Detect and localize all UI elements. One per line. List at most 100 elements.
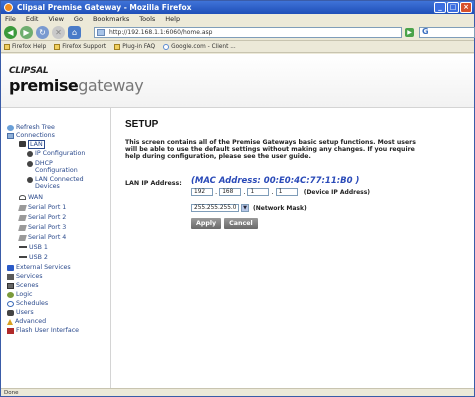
clipsal-logo: CLIPSAL [9, 66, 49, 76]
navigation-toolbar: ◀ ▶ ↻ ✕ ⌂ http://192.168.1.1:6060/home.a… [1, 24, 475, 41]
action-buttons: Apply Cancel [191, 218, 258, 229]
sidebar-item-schedules[interactable]: Schedules [7, 300, 48, 307]
network-mask-select[interactable]: 255.255.255.0 [191, 204, 239, 212]
minimize-button[interactable]: _ [434, 2, 446, 13]
maximize-button[interactable]: □ [447, 2, 459, 13]
firefox-icon [4, 3, 13, 12]
logo-light-text: gateway [78, 76, 144, 95]
sidebar-item-label: USB 2 [29, 254, 48, 261]
wan-icon [19, 194, 26, 200]
sidebar-item-refresh-tree[interactable]: Refresh Tree [7, 124, 55, 131]
status-bar: Done [1, 388, 474, 396]
lan-icon [19, 140, 26, 147]
sidebar-item-label: LAN [28, 140, 45, 149]
sidebar-item-external-services[interactable]: External Services [7, 264, 71, 271]
menu-bookmarks[interactable]: Bookmarks [93, 14, 129, 24]
sidebar-item-users[interactable]: Users [7, 309, 34, 316]
search-input[interactable]: G [419, 27, 475, 38]
network-mask-note: (Network Mask) [253, 204, 307, 212]
sidebar-item-wan[interactable]: WAN [19, 194, 43, 201]
back-icon[interactable]: ◀ [4, 25, 17, 39]
ip-octet-2-input[interactable]: 168 [219, 188, 242, 196]
ip-octet-3-input[interactable]: 1 [247, 188, 270, 196]
sidebar-item-label: Flash User Interface [16, 327, 80, 334]
title-bar: Clipsal Premise Gateway - Mozilla Firefo… [1, 1, 474, 14]
sidebar-item-ip-configuration[interactable]: IP Configuration [27, 150, 85, 157]
apply-button[interactable]: Apply [191, 218, 222, 229]
sidebar-item-scenes[interactable]: Scenes [7, 282, 38, 289]
home-icon[interactable]: ⌂ [68, 25, 81, 39]
bookmark-label: Firefox Help [12, 43, 47, 50]
sidebar-item-label: Serial Port 3 [28, 224, 67, 231]
menu-file[interactable]: File [5, 14, 16, 24]
sidebar-item-serial-port-3[interactable]: Serial Port 3 [18, 224, 67, 231]
go-button[interactable]: ▶ [405, 28, 414, 37]
bookmark-icon [4, 44, 10, 50]
sidebar-item-advanced[interactable]: Advanced [7, 318, 46, 325]
sidebar-item-services[interactable]: Services [7, 273, 43, 280]
logic-icon [7, 291, 14, 298]
bookmark-item[interactable]: Firefox Help [4, 42, 46, 52]
device-ip-note: (Device IP Address) [303, 188, 371, 196]
page-favicon-icon [97, 29, 105, 36]
sidebar-item-usb-1[interactable]: USB 1 [19, 244, 48, 251]
stop-icon[interactable]: ✕ [52, 25, 65, 39]
sidebar-item-lan[interactable]: LAN [19, 140, 45, 149]
sidebar-item-label: Serial Port 4 [28, 234, 67, 241]
external-services-icon [7, 264, 14, 271]
navigation-tree: Refresh Tree Connections LAN IP Configur… [1, 108, 111, 388]
sidebar-item-label: External Services [16, 264, 71, 271]
menu-go[interactable]: Go [74, 14, 83, 24]
lan-ip-label: LAN IP Address: [125, 180, 182, 187]
menu-edit[interactable]: Edit [26, 14, 39, 24]
page-content: CLIPSAL premisegateway Refresh Tree Conn… [1, 54, 474, 388]
sidebar-item-flash-user-interface[interactable]: Flash User Interface [7, 327, 79, 334]
flash-icon [7, 327, 14, 334]
ip-octet-1-input[interactable]: 192 [191, 188, 213, 196]
ip-dot-separator: . [243, 188, 246, 196]
sidebar-item-connections[interactable]: Connections [7, 132, 55, 139]
menu-bar: File Edit View Go Bookmarks Tools Help [1, 14, 475, 24]
serial-port-icon [18, 204, 27, 211]
sidebar-item-label: Serial Port 1 [28, 204, 67, 211]
serial-port-icon [18, 214, 27, 221]
sidebar-item-serial-port-2[interactable]: Serial Port 2 [18, 214, 66, 221]
address-text: http://192.168.1.1:6060/home.asp [109, 29, 213, 36]
sidebar-item-serial-port-1[interactable]: Serial Port 1 [18, 204, 67, 211]
serial-port-icon [18, 224, 27, 231]
logo-bold-text: premise [9, 76, 79, 95]
sidebar-item-lan-connected-devices[interactable]: LAN Connected Devices [27, 176, 107, 190]
usb-icon [19, 256, 27, 260]
sidebar-item-label: WAN [28, 194, 43, 201]
forward-icon[interactable]: ▶ [20, 25, 33, 39]
refresh-icon [7, 124, 14, 131]
page-title: SETUP [125, 119, 159, 130]
sidebar-item-serial-port-4[interactable]: Serial Port 4 [18, 234, 67, 241]
sidebar-item-logic[interactable]: Logic [7, 291, 32, 298]
sidebar-item-dhcp-configuration[interactable]: DHCP Configuration [27, 160, 105, 174]
ip-address-fields: 192 . 168 . 1 . 1 (Device IP Address) [191, 188, 370, 196]
services-icon [7, 273, 14, 280]
chevron-down-icon[interactable]: ▼ [241, 204, 249, 212]
sidebar-item-label: Services [16, 273, 43, 280]
cancel-button[interactable]: Cancel [224, 218, 258, 229]
menu-tools[interactable]: Tools [139, 14, 155, 24]
bookmark-label: Plug-in FAQ [122, 43, 156, 50]
close-button[interactable]: × [460, 2, 472, 13]
sidebar-item-label: Scenes [16, 282, 39, 289]
bookmark-item[interactable]: Plug-in FAQ [114, 42, 155, 52]
sidebar-item-label: LAN Connected Devices [35, 176, 84, 190]
page-header: CLIPSAL premisegateway [1, 54, 474, 108]
menu-view[interactable]: View [48, 14, 63, 24]
bookmark-item[interactable]: Google.com - Client ... [163, 42, 236, 52]
reload-icon[interactable]: ↻ [36, 25, 49, 39]
bookmark-item[interactable]: Firefox Support [54, 42, 106, 52]
ip-octet-4-input[interactable]: 1 [275, 188, 298, 196]
address-bar[interactable]: http://192.168.1.1:6060/home.asp [94, 27, 402, 38]
setup-description: This screen contains all of the Premise … [125, 139, 416, 160]
menu-help[interactable]: Help [165, 14, 180, 24]
sidebar-item-label: Advanced [15, 318, 47, 325]
connections-icon [7, 132, 14, 139]
ip-dot-separator: . [271, 188, 274, 196]
sidebar-item-usb-2[interactable]: USB 2 [19, 254, 48, 261]
